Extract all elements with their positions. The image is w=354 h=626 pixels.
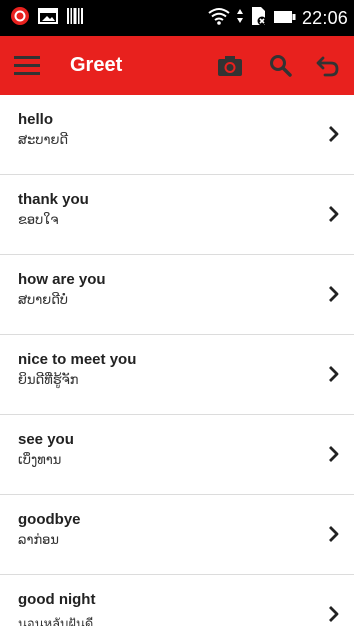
search-button[interactable] xyxy=(265,50,297,82)
status-bar-left xyxy=(10,6,84,30)
chevron-right-icon xyxy=(329,606,339,622)
status-bar-right: 22:06 xyxy=(208,6,348,30)
phrase-translation: ຂອບໃຈ xyxy=(18,213,59,228)
app-bar: Greet xyxy=(0,36,354,95)
list-item[interactable]: goodbye ລາກ່ອນ xyxy=(0,495,354,575)
barcode-icon xyxy=(66,7,84,29)
list-item[interactable]: hello ສະບາຍດີ xyxy=(0,95,354,175)
list-item[interactable]: good night นอนหลับฝันดี xyxy=(0,575,354,626)
phrase-translation: ສະບາຍດີ xyxy=(18,133,69,148)
search-icon xyxy=(270,55,292,77)
data-arrows-icon xyxy=(236,7,244,29)
camera-button[interactable] xyxy=(214,50,246,82)
chevron-right-icon xyxy=(329,126,339,142)
phrase-translation: ຍິນດີທີ່ຮູ້ຈັກ xyxy=(18,373,79,388)
chevron-right-icon xyxy=(329,286,339,302)
phrase-translation: ເບິ່ງທານ xyxy=(18,453,62,468)
hamburger-menu-icon xyxy=(14,56,40,75)
status-time: 22:06 xyxy=(301,7,348,28)
phrase-english: good night xyxy=(18,591,96,608)
phrase-english: nice to meet you xyxy=(18,351,137,368)
status-bar: 22:06 xyxy=(0,0,354,36)
phrase-english: how are you xyxy=(18,271,106,288)
chevron-right-icon xyxy=(329,366,339,382)
page-title: Greet xyxy=(70,54,123,76)
phrase-english: thank you xyxy=(18,191,89,208)
list-item[interactable]: see you ເບິ່ງທານ xyxy=(0,415,354,495)
app-screen: 22:06 Greet hello ສະບາຍດີ thank you ຂອບໃ… xyxy=(0,0,354,626)
wifi-icon xyxy=(208,7,230,29)
list-item[interactable]: thank you ຂອບໃຈ xyxy=(0,175,354,255)
battery-icon xyxy=(273,9,296,28)
phrase-translation: ລາກ່ອນ xyxy=(18,533,59,548)
back-arrow-icon xyxy=(316,56,339,77)
chevron-right-icon xyxy=(329,526,339,542)
phrase-english: see you xyxy=(18,431,74,448)
camera-icon xyxy=(218,56,242,76)
back-button[interactable] xyxy=(312,50,344,82)
chevron-right-icon xyxy=(329,446,339,462)
phrase-translation: นอนหลับฝันดี xyxy=(18,617,94,626)
phrase-list: hello ສະບາຍດີ thank you ຂອບໃຈ how are yo… xyxy=(0,95,354,626)
phrase-translation: ສບາຍດີບໍ່ xyxy=(18,293,69,308)
phrase-english: goodbye xyxy=(18,511,81,528)
phrase-english: hello xyxy=(18,111,54,128)
list-item[interactable]: how are you ສບາຍດີບໍ່ xyxy=(0,255,354,335)
menu-button[interactable] xyxy=(14,53,42,77)
app-notification-icon xyxy=(10,6,30,30)
chevron-right-icon xyxy=(329,206,339,222)
list-item[interactable]: nice to meet you ຍິນດີທີ່ຮູ້ຈັກ xyxy=(0,335,354,415)
image-icon xyxy=(38,7,58,29)
no-sim-icon xyxy=(250,6,268,30)
